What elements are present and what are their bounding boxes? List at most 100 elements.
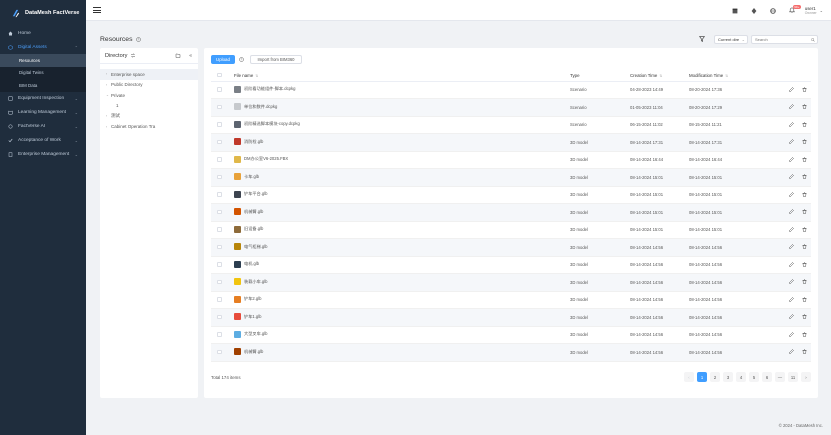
- col-modified[interactable]: Modification Time ⇅: [689, 70, 777, 82]
- delete-icon[interactable]: [802, 122, 807, 127]
- file-name[interactable]: 电机.glb: [244, 261, 259, 267]
- delete-icon[interactable]: [802, 297, 807, 302]
- delete-icon[interactable]: [802, 192, 807, 197]
- edit-icon[interactable]: [789, 314, 794, 319]
- row-checkbox[interactable]: [217, 157, 222, 162]
- delete-icon[interactable]: [802, 87, 807, 92]
- next-page-button[interactable]: ›: [801, 372, 811, 382]
- package-icon[interactable]: [732, 8, 738, 14]
- file-name[interactable]: 机械臂.glb: [244, 349, 263, 355]
- user-menu[interactable]: user1 Ownner: [805, 6, 817, 16]
- search-icon[interactable]: [811, 37, 815, 42]
- delete-icon[interactable]: [802, 104, 807, 109]
- page-button[interactable]: 3: [723, 372, 733, 382]
- row-checkbox[interactable]: [217, 174, 222, 179]
- row-checkbox[interactable]: [217, 192, 222, 197]
- row-checkbox[interactable]: [217, 279, 222, 284]
- new-folder-icon[interactable]: [175, 53, 181, 58]
- sidebar-subitem-resources[interactable]: Resources: [0, 54, 86, 67]
- edit-icon[interactable]: [789, 226, 794, 232]
- sidebar-item-home[interactable]: Home: [0, 26, 86, 40]
- delete-icon[interactable]: [802, 332, 807, 337]
- table-row[interactable]: DM办公室V6-2025.FBX 3D model 08-14-2024 16:44…: [211, 151, 811, 169]
- page-button[interactable]: 6: [762, 372, 772, 382]
- search-input[interactable]: [752, 36, 807, 43]
- file-name[interactable]: 铲车平台.glb: [244, 191, 268, 197]
- sort-icon[interactable]: ⇅: [659, 74, 662, 78]
- row-checkbox[interactable]: [217, 244, 222, 249]
- table-row[interactable]: 机械臂.glb 3D model 08-14-2024 14:56 08-14-202…: [211, 343, 811, 362]
- edit-icon[interactable]: [789, 244, 794, 249]
- sidebar-item-factverse-ai[interactable]: FactVerse AI ⌄: [0, 120, 86, 134]
- file-name[interactable]: 装载小车.glb: [244, 279, 268, 285]
- row-checkbox[interactable]: [217, 314, 222, 319]
- import-bim360-button[interactable]: Import from BIM360: [250, 55, 302, 64]
- table-row[interactable]: 旧设备.glb 3D model 08-14-2024 15:01 08-14-202…: [211, 221, 811, 239]
- row-checkbox[interactable]: [217, 209, 222, 214]
- page-button[interactable]: 1: [697, 372, 707, 382]
- row-checkbox[interactable]: [217, 87, 222, 92]
- table-row[interactable]: 铲车1.glb 3D model 08-14-2024 14:56 08-14-202…: [211, 308, 811, 327]
- table-row[interactable]: 消防栓.glb 3D model 08-14-2024 17:31 08-14-202…: [211, 133, 811, 152]
- delete-icon[interactable]: [802, 262, 807, 267]
- edit-icon[interactable]: [789, 349, 794, 354]
- filter-icon[interactable]: [699, 36, 705, 42]
- sidebar-item-acceptance-of-work[interactable]: Acceptance of Work ⌄: [0, 134, 86, 148]
- edit-icon[interactable]: [789, 279, 794, 284]
- swap-icon[interactable]: [130, 53, 136, 58]
- page-ellipsis[interactable]: —: [775, 372, 785, 382]
- table-row[interactable]: 装载小车.glb 3D model 08-14-2024 14:56 08-14-20…: [211, 273, 811, 292]
- table-row[interactable]: 电机.glb 3D model 08-14-2024 14:56 08-14-2024…: [211, 256, 811, 274]
- col-created[interactable]: Creation Time ⇅: [630, 70, 689, 82]
- table-row[interactable]: 初阶精选脚本模块-copy.dcpkg Scenario 06-15-2024 11…: [211, 116, 811, 134]
- tree-node[interactable]: 1: [100, 101, 198, 112]
- sort-icon[interactable]: ⇅: [725, 74, 728, 78]
- table-row[interactable]: 铲车平台.glb 3D model 08-14-2024 15:01 08-14-20…: [211, 186, 811, 204]
- delete-icon[interactable]: [802, 209, 807, 214]
- edit-icon[interactable]: [789, 139, 794, 144]
- delete-icon[interactable]: [802, 279, 807, 284]
- tree-node[interactable]: › Public Directory: [100, 80, 198, 91]
- page-button[interactable]: 4: [736, 372, 746, 382]
- edit-icon[interactable]: [789, 104, 794, 109]
- delete-icon[interactable]: [802, 244, 807, 249]
- file-name[interactable]: 初阶看功能组件-脚本.dcpkg: [244, 86, 295, 92]
- brand[interactable]: DataMesh FactVerse: [0, 0, 86, 26]
- file-name[interactable]: 旧设备.glb: [244, 226, 263, 232]
- chevron-down-icon[interactable]: ⌄: [820, 8, 823, 13]
- select-all-checkbox[interactable]: [217, 72, 222, 77]
- file-name[interactable]: 铲车2.glb: [244, 296, 261, 302]
- sort-icon[interactable]: ⇅: [255, 74, 258, 78]
- edit-icon[interactable]: [789, 156, 794, 162]
- sidebar-subitem-digital-twins[interactable]: Digital Twins: [0, 67, 86, 80]
- page-button[interactable]: 11: [788, 372, 798, 382]
- row-checkbox[interactable]: [217, 122, 222, 127]
- globe-icon[interactable]: [770, 7, 776, 14]
- delete-icon[interactable]: [802, 314, 807, 319]
- sidebar-subitem-bim-data[interactable]: BIM Data: [0, 79, 86, 92]
- upload-button[interactable]: Upload: [211, 55, 235, 64]
- menu-toggle-icon[interactable]: [93, 7, 101, 13]
- edit-icon[interactable]: [789, 174, 794, 179]
- edit-icon[interactable]: [789, 296, 794, 302]
- row-checkbox[interactable]: [217, 227, 222, 232]
- file-name[interactable]: 消防栓.glb: [244, 139, 263, 145]
- delete-icon[interactable]: [802, 349, 807, 354]
- table-row[interactable]: 机械臂.glb 3D model 08-14-2024 15:01 08-14-202…: [211, 203, 811, 222]
- edit-icon[interactable]: [789, 331, 794, 337]
- tree-node[interactable]: › Cabinet Operation Tra: [100, 122, 198, 133]
- file-name[interactable]: 机械臂.glb: [244, 209, 263, 215]
- sidebar-item-learning-management[interactable]: Learning Management ⌄: [0, 106, 86, 120]
- table-row[interactable]: 大型叉车.glb 3D model 08-14-2024 14:56 08-14-20…: [211, 326, 811, 344]
- edit-icon[interactable]: [789, 209, 794, 214]
- row-checkbox[interactable]: [217, 262, 222, 267]
- file-name[interactable]: 大型叉车.glb: [244, 331, 268, 337]
- page-button[interactable]: 5: [749, 372, 759, 382]
- table-row[interactable]: 卡车.glb 3D model 08-14-2024 15:01 08-14-2024…: [211, 168, 811, 187]
- edit-icon[interactable]: [789, 261, 794, 267]
- table-row[interactable]: 单位和数件.dcpkg Scenario 01-05-2023 11:04 08-20…: [211, 98, 811, 117]
- table-row[interactable]: 初阶看功能组件-脚本.dcpkg Scenario 04-28-2023 14:49…: [211, 81, 811, 99]
- edit-icon[interactable]: [789, 121, 794, 127]
- table-row[interactable]: 电气柜梯.glb 3D model 08-14-2024 14:56 08-14-20…: [211, 238, 811, 257]
- delete-icon[interactable]: [802, 157, 807, 162]
